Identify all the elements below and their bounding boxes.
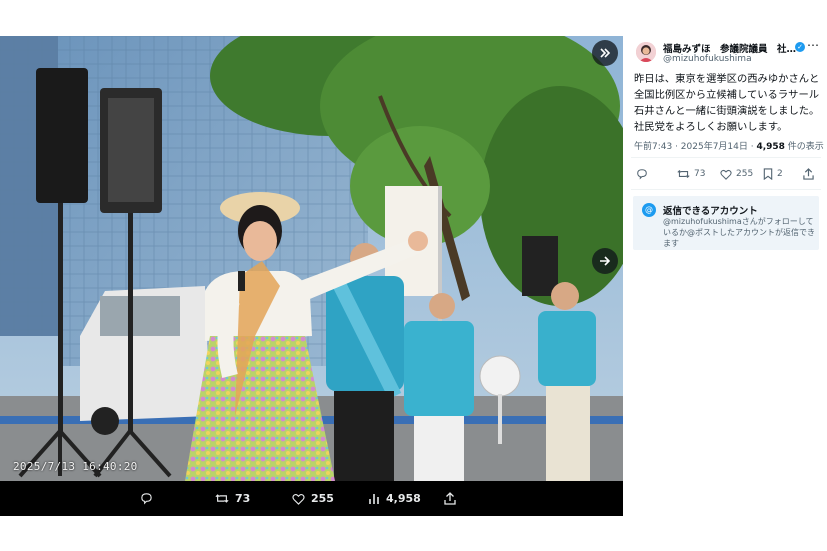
repost-count: 73 bbox=[694, 169, 706, 179]
verified-badge-icon: ✓ bbox=[795, 42, 805, 52]
avatar[interactable] bbox=[636, 42, 656, 62]
post-photo[interactable]: 2025/7/13 16:40:20 bbox=[0, 36, 623, 481]
reply-stat[interactable] bbox=[636, 166, 652, 182]
reply-permission-description: @mizuhofukushimaさんがフォローしているか@ポストしたアカウントが… bbox=[663, 217, 815, 248]
media-viewer: 2025/7/13 16:40:20 73 255 4,958 bbox=[0, 36, 623, 516]
post-meta: 午前7:43 · 2025年7月14日 · 4,958 件の表示 bbox=[634, 139, 824, 152]
arrow-right-icon bbox=[600, 256, 611, 266]
views-count: 4,958 bbox=[386, 492, 421, 505]
views-suffix: 件の表示 bbox=[784, 142, 824, 152]
more-options-button[interactable]: ⋯ bbox=[807, 38, 819, 52]
share-stat[interactable] bbox=[803, 166, 814, 182]
heart-icon bbox=[292, 493, 305, 505]
avatar-image bbox=[636, 42, 656, 62]
heart-icon bbox=[720, 169, 732, 180]
bookmark-icon bbox=[763, 168, 773, 180]
post-detail-panel: 福島みずほ 参議院議員 社… ✓ ⋯ @mizuhofukushima 昨日は、… bbox=[623, 36, 827, 516]
photo-timestamp: 2025/7/13 16:40:20 bbox=[13, 460, 138, 473]
reply-permission-card: @ 返信できるアカウント @mizuhofukushimaさんがフォローしている… bbox=[633, 196, 819, 250]
divider bbox=[631, 189, 821, 190]
like-count: 255 bbox=[311, 492, 334, 505]
reply-action[interactable] bbox=[140, 481, 159, 516]
repost-icon bbox=[215, 494, 229, 503]
post-views: 4,958 bbox=[756, 142, 785, 152]
reply-icon bbox=[141, 493, 152, 505]
reply-permission-title: 返信できるアカウント bbox=[663, 206, 758, 217]
repost-count: 73 bbox=[235, 492, 251, 505]
more-icon: ⋯ bbox=[807, 38, 819, 52]
reply-icon bbox=[637, 169, 647, 180]
bookmark-stat[interactable]: 2 bbox=[763, 166, 783, 182]
collapse-panel-button[interactable] bbox=[592, 40, 618, 66]
at-sign-icon: @ bbox=[642, 203, 656, 217]
views-action[interactable]: 4,958 bbox=[368, 481, 421, 516]
share-icon bbox=[803, 168, 814, 180]
repost-action[interactable]: 73 bbox=[215, 481, 250, 516]
bookmark-count: 2 bbox=[777, 169, 783, 179]
next-media-button[interactable] bbox=[592, 248, 618, 274]
street-speech-photo bbox=[0, 36, 623, 481]
post-time[interactable]: 午前7:43 · 2025年7月14日 · bbox=[634, 142, 756, 152]
media-actions-bar: 73 255 4,958 bbox=[0, 481, 623, 516]
author-handle[interactable]: @mizuhofukushima bbox=[663, 54, 752, 64]
share-action[interactable] bbox=[444, 481, 456, 516]
like-action[interactable]: 255 bbox=[292, 481, 334, 516]
like-count: 255 bbox=[736, 169, 754, 179]
like-stat[interactable]: 255 bbox=[720, 166, 753, 182]
chevrons-right-icon bbox=[600, 48, 611, 58]
post-text: 昨日は、東京を選挙区の西みゆかさんと全国比例区から立候補しているラサール石井さん… bbox=[634, 73, 820, 133]
divider bbox=[631, 157, 821, 158]
bar-chart-icon bbox=[369, 493, 379, 504]
repost-stat[interactable]: 73 bbox=[677, 166, 705, 182]
repost-icon bbox=[677, 170, 690, 178]
share-icon bbox=[444, 492, 456, 505]
